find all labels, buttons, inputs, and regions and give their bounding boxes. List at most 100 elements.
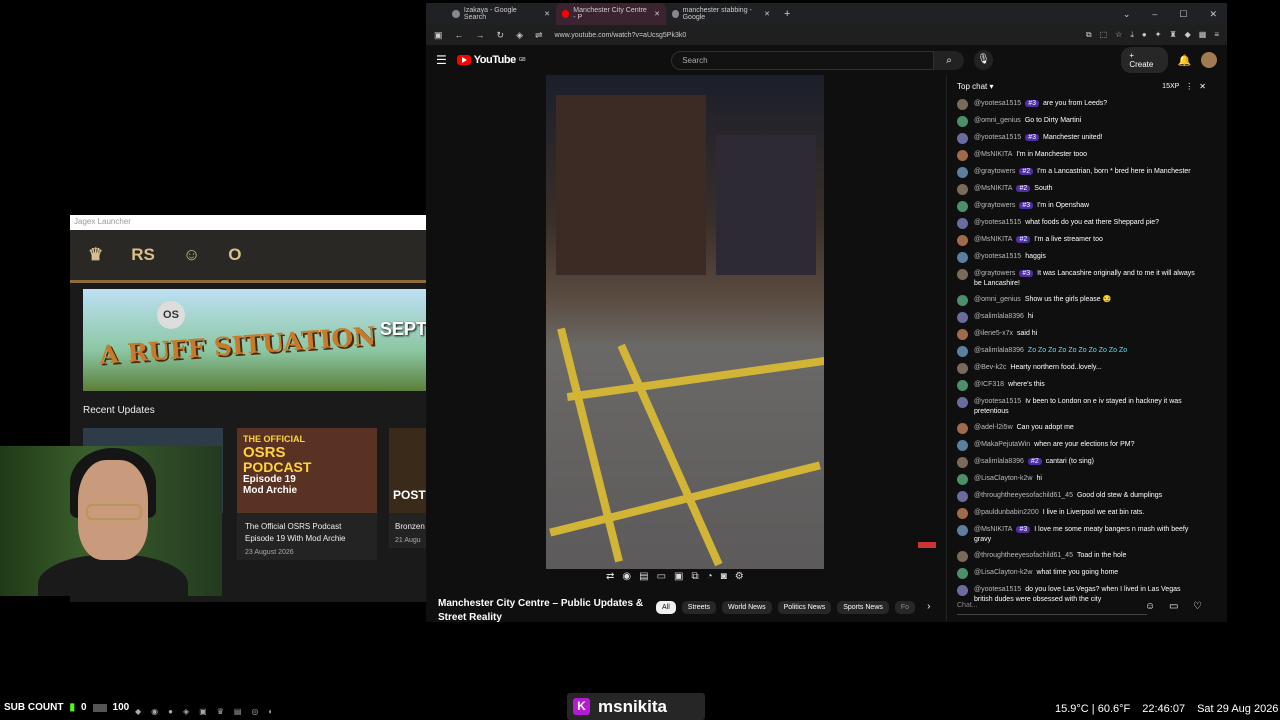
shield-icon[interactable]: ◈ xyxy=(516,30,523,41)
chat-author[interactable]: @salimlala8396 xyxy=(974,347,1024,354)
avatar[interactable] xyxy=(957,235,968,246)
chip-world-news[interactable]: World News xyxy=(721,601,772,614)
camera-icon[interactable]: ◙ xyxy=(721,571,727,582)
search-input[interactable]: Search xyxy=(671,50,935,70)
audio-icon[interactable]: ◉ xyxy=(622,571,631,582)
avatar[interactable] xyxy=(957,440,968,451)
chat-author[interactable]: @graytowers xyxy=(974,168,1015,175)
minimize-icon[interactable]: – xyxy=(1152,9,1157,20)
avatar[interactable] xyxy=(957,423,968,434)
close-icon[interactable]: ✕ xyxy=(764,10,770,18)
chat-author[interactable]: @omni_genius xyxy=(974,296,1021,303)
chat-author[interactable]: @omni_genius xyxy=(974,117,1021,124)
avatar[interactable] xyxy=(957,568,968,579)
avatar[interactable] xyxy=(957,329,968,340)
bookmark-icon[interactable]: ☆ xyxy=(1115,30,1122,40)
chat-author[interactable]: @MakaPejutaWin xyxy=(974,441,1030,448)
taskbar-app-icon[interactable]: ◆ xyxy=(135,707,141,716)
taskbar-app-icon[interactable]: ▤ xyxy=(234,707,242,716)
extension-icon[interactable]: ◆ xyxy=(1185,30,1191,40)
chip-partial[interactable]: Fo xyxy=(894,601,916,614)
browser-tab[interactable]: Izakaya - Google Search ✕ xyxy=(446,3,556,25)
avatar[interactable] xyxy=(957,99,968,110)
pip-icon[interactable]: ⧉ xyxy=(691,571,698,582)
super-chat-icon[interactable]: ▭ xyxy=(1169,601,1178,612)
avatar[interactable] xyxy=(957,269,968,280)
heart-icon[interactable]: ♡ xyxy=(1193,601,1202,612)
url-field[interactable]: www.youtube.com/watch?v=aUcsg5Pk3k0 xyxy=(555,32,687,39)
avatar[interactable] xyxy=(957,346,968,357)
subtitles-icon[interactable]: ▤ xyxy=(639,571,648,582)
avatar[interactable] xyxy=(957,491,968,502)
menu-icon[interactable]: ≡ xyxy=(1214,30,1219,40)
avatar[interactable] xyxy=(957,457,968,468)
hamburger-menu-icon[interactable]: ☰ xyxy=(436,53,447,67)
chat-author[interactable]: @yootesa1515 xyxy=(974,134,1021,141)
jagex-icon[interactable]: ♛ xyxy=(88,245,103,265)
taskbar-app-icon[interactable]: ♛ xyxy=(217,707,224,716)
notifications-bell-icon[interactable]: 🔔 xyxy=(1178,54,1192,67)
chat-author[interactable]: @ilene5-x7x xyxy=(974,330,1013,337)
forward-icon[interactable]: → xyxy=(476,30,485,40)
extension-icon[interactable]: ● xyxy=(1142,30,1147,40)
close-icon[interactable]: ✕ xyxy=(654,10,660,18)
avatar[interactable] xyxy=(957,397,968,408)
extension-icon[interactable]: ✦ xyxy=(1155,30,1162,40)
taskbar-app-icon[interactable]: ▣ xyxy=(199,707,207,716)
update-card[interactable]: POST Bronzen 21 Augu xyxy=(389,428,427,548)
avatar[interactable] xyxy=(957,150,968,161)
avatar[interactable] xyxy=(957,184,968,195)
taskbar-app-icon[interactable]: ◉ xyxy=(151,707,158,716)
screenshot-icon[interactable]: ⬚ xyxy=(1100,30,1108,40)
create-button[interactable]: + Create xyxy=(1121,47,1168,73)
loop-icon[interactable]: ⇄ xyxy=(606,571,614,582)
youtube-logo[interactable]: YouTube GB xyxy=(456,54,526,66)
chat-author[interactable]: @Bev-k2c xyxy=(974,364,1006,371)
chip-all[interactable]: All xyxy=(656,601,676,614)
search-button[interactable]: ⌕ xyxy=(934,50,964,70)
miniplayer-icon[interactable]: ▣ xyxy=(674,571,683,582)
chevron-right-icon[interactable]: › xyxy=(921,601,930,614)
avatar[interactable] xyxy=(957,474,968,485)
back-icon[interactable]: ← xyxy=(455,30,464,40)
chat-mode-dropdown[interactable]: Top chat ▾ xyxy=(957,82,994,91)
chat-author[interactable]: @MsNIKITA xyxy=(974,526,1012,533)
avatar[interactable] xyxy=(957,312,968,323)
browser-tab-active[interactable]: Manchester City Centre - P ✕ xyxy=(556,3,666,25)
osrs-game-icon[interactable]: ☺ xyxy=(183,245,200,265)
chip-streets[interactable]: Streets xyxy=(681,601,716,614)
extension-icon[interactable]: ♜ xyxy=(1169,30,1176,40)
chat-author[interactable]: @yootesa1515 xyxy=(974,253,1021,260)
video-player[interactable] xyxy=(546,75,824,569)
chat-author[interactable]: @graytowers xyxy=(974,202,1015,209)
theater-icon[interactable]: ▭ xyxy=(657,571,666,582)
chat-author[interactable]: @throughtheeyesofachild61_45 xyxy=(974,552,1073,559)
chat-author[interactable]: @yootesa1515 xyxy=(974,100,1021,107)
chat-author[interactable]: @MsNIKITA xyxy=(974,151,1012,158)
chat-author[interactable]: @MsNIKITA xyxy=(974,185,1012,192)
microphone-icon[interactable]: 🎙 xyxy=(973,50,994,70)
close-icon[interactable]: ✕ xyxy=(544,10,550,18)
site-settings-icon[interactable]: ⇌ xyxy=(535,30,543,41)
avatar[interactable] xyxy=(957,252,968,263)
new-tab-icon[interactable]: + xyxy=(776,8,790,20)
other-game-button[interactable]: O xyxy=(228,245,241,265)
speed-icon[interactable]: ◔ xyxy=(707,571,713,582)
taskbar-app-icon[interactable]: ● xyxy=(168,707,173,716)
more-options-icon[interactable]: ⋮ xyxy=(1185,82,1193,91)
chat-author[interactable]: @pauldunbabin2200 xyxy=(974,509,1039,516)
taskbar-app-icon[interactable]: ◈ xyxy=(183,707,189,716)
chat-author[interactable]: @yootesa1515 xyxy=(974,586,1021,593)
avatar[interactable] xyxy=(957,295,968,306)
taskbar-app-icon[interactable]: ◎ xyxy=(251,707,258,716)
chip-politics-news[interactable]: Politics News xyxy=(777,601,832,614)
avatar[interactable] xyxy=(1201,52,1218,68)
avatar[interactable] xyxy=(957,116,968,127)
avatar[interactable] xyxy=(957,551,968,562)
taskbar-app-icon[interactable]: ◐ xyxy=(268,707,273,716)
avatar[interactable] xyxy=(957,585,968,596)
emoji-icon[interactable]: ☺ xyxy=(1145,601,1155,612)
avatar[interactable] xyxy=(957,133,968,144)
avatar[interactable] xyxy=(957,167,968,178)
avatar[interactable] xyxy=(957,525,968,536)
